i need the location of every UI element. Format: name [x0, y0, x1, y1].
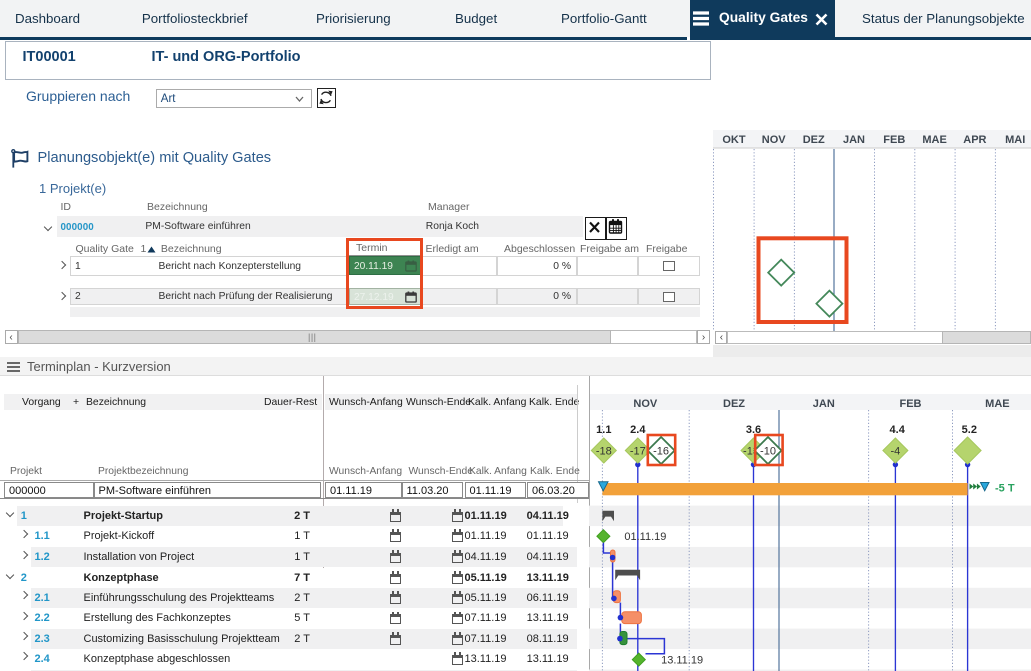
svg-text:-17: -17: [630, 446, 646, 458]
svg-text:JAN: JAN: [843, 134, 865, 146]
svg-text:-4: -4: [891, 446, 901, 458]
svg-text:DEZ: DEZ: [803, 134, 825, 146]
svg-text:-16: -16: [653, 446, 669, 458]
svg-text:MAI: MAI: [1005, 134, 1025, 146]
svg-text:FEB: FEB: [883, 134, 905, 146]
svg-text:JAN: JAN: [813, 398, 835, 410]
svg-text:13.11.19: 13.11.19: [661, 655, 703, 667]
svg-text:MAE: MAE: [922, 134, 946, 146]
svg-text:FEB: FEB: [900, 398, 922, 410]
svg-text:OKT: OKT: [722, 134, 746, 146]
svg-text:-10: -10: [760, 446, 776, 458]
svg-text:-18: -18: [596, 446, 612, 458]
svg-text:MAE: MAE: [985, 398, 1009, 410]
svg-text:1.1: 1.1: [596, 424, 611, 436]
svg-text:NOV: NOV: [762, 134, 787, 146]
svg-text:5.2: 5.2: [962, 424, 977, 436]
svg-text:APR: APR: [963, 134, 986, 146]
svg-text:-5 T: -5 T: [995, 483, 1015, 495]
svg-text:NOV: NOV: [633, 398, 658, 410]
svg-text:DEZ: DEZ: [723, 398, 745, 410]
svg-text:4.4: 4.4: [890, 424, 906, 436]
svg-text:2.4: 2.4: [630, 424, 646, 436]
svg-text:01.11.19: 01.11.19: [624, 531, 666, 543]
